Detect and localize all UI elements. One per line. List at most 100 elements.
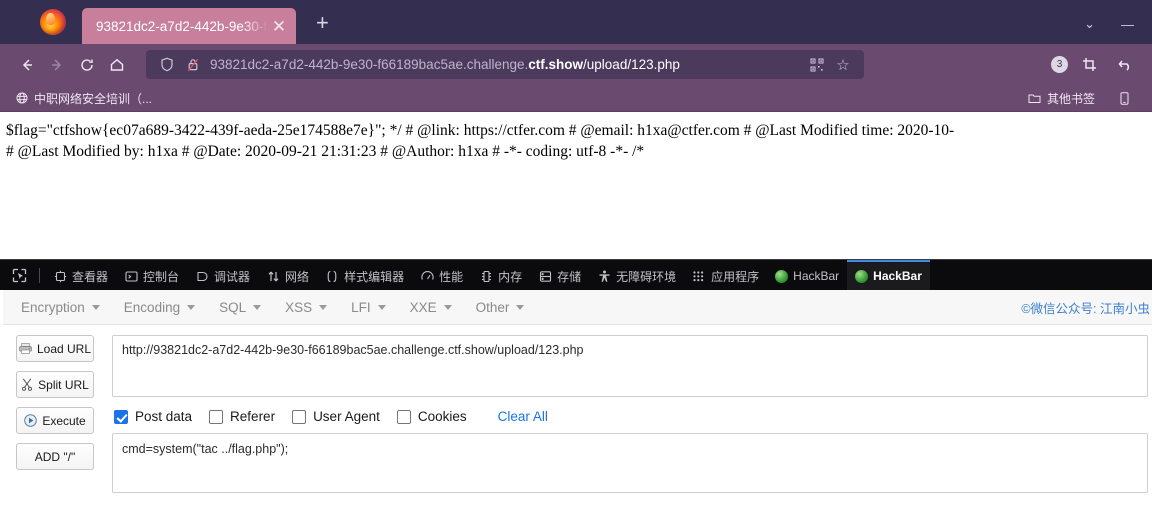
devtools-tab-label: 样式编辑器 <box>344 269 405 284</box>
devtools-tab-label: 存储 <box>557 269 582 284</box>
post-data-checkbox-box[interactable] <box>114 409 128 424</box>
devtools-tab-label: 内存 <box>498 269 523 284</box>
devtools-tab-7[interactable]: 存储 <box>530 260 589 290</box>
network-icon <box>266 270 280 283</box>
hackbar-menu-encryption[interactable]: Encryption <box>21 300 114 315</box>
referer-checkbox-box[interactable] <box>209 409 224 424</box>
undo-arrow-icon[interactable] <box>1110 50 1140 80</box>
add-slash-button[interactable]: ADD "/" <box>16 443 94 470</box>
cookies-label: Cookies <box>417 409 467 424</box>
devtools-tab-5[interactable]: 性能 <box>412 260 471 290</box>
hackbar-menu-xss[interactable]: XSS <box>285 300 341 315</box>
other-bookmarks-folder[interactable]: 其他书签 <box>1022 88 1101 109</box>
bookmark-item-1[interactable]: 中职网络安全培训（... <box>10 88 158 109</box>
play-icon <box>24 414 38 427</box>
devtools-tab-2[interactable]: 调试器 <box>187 260 258 290</box>
shield-icon[interactable] <box>154 57 180 72</box>
devtools-tab-9[interactable]: 应用程序 <box>684 260 767 290</box>
devtools-tab-label: 无障碍环境 <box>616 269 677 284</box>
back-button[interactable] <box>12 50 42 80</box>
hackbar-menu-encoding[interactable]: Encoding <box>124 300 209 315</box>
bookmark-item-1-label: 中职网络安全培训（... <box>34 91 153 106</box>
devtools-tab-8[interactable]: 无障碍环境 <box>589 260 684 290</box>
hackbar-menu-label: Encryption <box>21 299 85 315</box>
execute-button[interactable]: Execute <box>16 407 94 434</box>
chevron-down-icon <box>319 304 328 310</box>
hackbar-menu-label: Encoding <box>123 299 181 315</box>
console-icon <box>124 270 138 283</box>
devtools-tab-10[interactable]: HackBar <box>767 260 847 290</box>
memory-icon <box>479 270 493 283</box>
hackbar-menu-sql[interactable]: SQL <box>219 300 275 315</box>
devtools-tab-label: 调试器 <box>214 269 251 284</box>
referer-checkbox[interactable]: Referer <box>209 409 275 424</box>
devtools-tab-label: HackBar <box>873 269 922 283</box>
bookmarks-toolbar-right: 其他书签 <box>1022 88 1142 109</box>
reload-button[interactable] <box>72 50 102 80</box>
new-tab-button[interactable]: + <box>316 12 329 34</box>
qr-code-icon[interactable] <box>804 58 830 72</box>
user-agent-checkbox-box[interactable] <box>292 409 307 424</box>
style-editor-icon <box>325 270 339 283</box>
hackbar-menu-label: SQL <box>219 299 247 315</box>
cookies-checkbox[interactable]: Cookies <box>396 409 467 424</box>
hackbar-post-data-input[interactable] <box>112 433 1148 493</box>
address-bar-url: 93821dc2-a7d2-442b-9e30-f66189bac5ae.cha… <box>210 57 680 72</box>
chevron-down-icon <box>187 304 196 310</box>
address-bar[interactable]: 93821dc2-a7d2-442b-9e30-f66189bac5ae.cha… <box>146 50 864 79</box>
devtools-tab-label: 应用程序 <box>711 269 760 284</box>
close-tab-icon[interactable]: ✕ <box>270 18 288 35</box>
mobile-bookmarks-folder[interactable] <box>1113 90 1142 107</box>
hackbar-menu-label: XXE <box>409 299 437 315</box>
devtools-tab-1[interactable]: 控制台 <box>116 260 187 290</box>
devtools-tab-6[interactable]: 内存 <box>471 260 530 290</box>
browser-navigation-bar: 93821dc2-a7d2-442b-9e30-f66189bac5ae.cha… <box>0 44 1152 85</box>
home-button[interactable] <box>102 50 132 80</box>
devtools-tab-0[interactable]: 查看器 <box>45 260 116 290</box>
hackbar-menu-label: LFI <box>351 299 371 315</box>
minimize-window-icon[interactable]: — <box>1121 17 1134 32</box>
storage-icon <box>538 270 552 283</box>
hackbar-menu-lfi[interactable]: LFI <box>351 300 400 315</box>
page-content-area: $flag="ctfshow{ec07a689-3422-439f-aeda-2… <box>0 112 1152 259</box>
list-all-tabs-icon[interactable]: ⌄ <box>1084 16 1095 32</box>
hackbar-menu-other[interactable]: Other <box>476 300 539 315</box>
application-icon <box>692 270 706 283</box>
clear-all-link[interactable]: Clear All <box>498 409 548 424</box>
post-data-label: Post data <box>135 409 193 424</box>
broken-lock-icon[interactable] <box>180 57 206 72</box>
cookies-checkbox-box[interactable] <box>396 409 411 424</box>
hackbar-menu-label: XSS <box>285 299 313 315</box>
hackbar-main-column: Post data Referer User Agent Cookies Cle… <box>112 335 1152 493</box>
wechat-watermark: ©微信公众号: 江南小虫 <box>1021 301 1150 316</box>
devtools-tab-3[interactable]: 网络 <box>258 260 317 290</box>
browser-tab[interactable]: 93821dc2-a7d2-442b-9e30-f66189bac5ae.cha… <box>82 8 296 44</box>
chevron-down-icon <box>377 304 386 310</box>
load-url-label: Load URL <box>36 341 92 356</box>
load-url-button[interactable]: Load URL <box>16 335 94 362</box>
hackbar-icon <box>855 269 869 283</box>
page-text-line-1: $flag="ctfshow{ec07a689-3422-439f-aeda-2… <box>6 122 955 139</box>
devtools-tab-4[interactable]: 样式编辑器 <box>317 260 412 290</box>
element-picker-icon[interactable] <box>4 260 34 290</box>
hackbar-icon <box>775 269 789 283</box>
performance-icon <box>420 270 434 283</box>
referer-label: Referer <box>230 409 276 424</box>
hackbar-menu-xxe[interactable]: XXE <box>410 300 466 315</box>
devtools-tab-11[interactable]: HackBar <box>847 260 930 290</box>
post-data-checkbox[interactable]: Post data <box>114 409 192 424</box>
crop-icon[interactable] <box>1074 50 1104 80</box>
user-agent-checkbox[interactable]: User Agent <box>292 409 380 424</box>
split-url-label: Split URL <box>38 377 89 392</box>
bookmark-star-icon[interactable]: ☆ <box>830 56 856 74</box>
split-url-button[interactable]: Split URL <box>16 371 94 398</box>
forward-button[interactable] <box>42 50 72 80</box>
devtools-tab-label: 查看器 <box>72 269 109 284</box>
hackbar-url-input[interactable] <box>112 335 1148 397</box>
user-agent-label: User Agent <box>313 409 380 424</box>
load-url-icon <box>19 343 32 354</box>
devtools-tab-label: 性能 <box>439 269 464 284</box>
chevron-down-icon <box>91 304 100 310</box>
page-text-line-2: # @Last Modified by: h1xa # @Date: 2020-… <box>6 143 645 160</box>
extension-badge[interactable]: 3 <box>1051 56 1068 73</box>
